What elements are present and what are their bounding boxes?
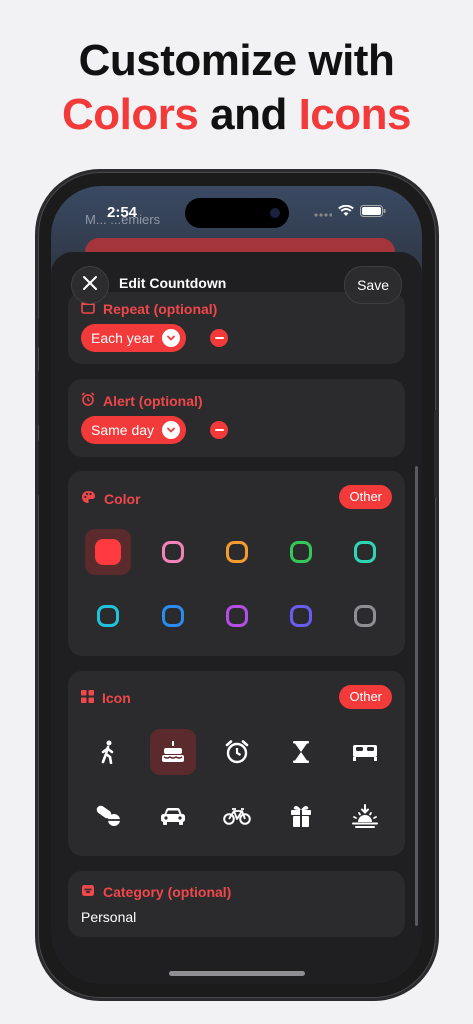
alert-value: Same day bbox=[91, 422, 155, 438]
status-time: 2:54 bbox=[107, 204, 138, 221]
color-swatch-chip bbox=[290, 541, 312, 563]
color-label: Color bbox=[104, 490, 141, 507]
color-swatch-chip bbox=[226, 605, 248, 627]
pills-icon bbox=[95, 805, 121, 827]
icon-other-button[interactable]: Other bbox=[339, 685, 392, 709]
headline-word-and: and bbox=[210, 90, 287, 139]
headline-word-colors: Colors bbox=[62, 90, 199, 139]
repeat-dropdown[interactable]: Each year bbox=[81, 324, 187, 352]
category-card[interactable]: Category (optional) Personal bbox=[68, 871, 405, 937]
color-swatch-chip bbox=[354, 605, 376, 627]
color-swatch[interactable] bbox=[150, 529, 196, 575]
page-title: Edit Countdown bbox=[119, 275, 227, 291]
category-header: Category (optional) bbox=[81, 884, 231, 900]
phone-volume-down-button bbox=[35, 440, 39, 496]
alert-header: Alert (optional) bbox=[81, 392, 203, 409]
save-button[interactable]: Save bbox=[344, 266, 402, 304]
hourglass-icon bbox=[292, 740, 310, 764]
chevron-down-icon bbox=[162, 329, 181, 347]
alarm-icon bbox=[81, 392, 95, 409]
color-header: Color bbox=[81, 490, 141, 507]
home-indicator bbox=[169, 971, 305, 976]
grid-icon bbox=[81, 690, 94, 706]
headline-line-1: Customize with bbox=[78, 36, 395, 85]
alert-label: Alert (optional) bbox=[103, 392, 203, 409]
icon-card: Icon Other bbox=[68, 671, 405, 856]
color-swatch-chip bbox=[354, 541, 376, 563]
sunset-icon bbox=[352, 804, 378, 828]
category-label: Category (optional) bbox=[103, 884, 232, 900]
icon-header: Icon bbox=[81, 690, 131, 706]
icon-choice[interactable] bbox=[214, 793, 260, 839]
chevron-down-icon bbox=[162, 421, 181, 439]
icon-choice[interactable] bbox=[214, 729, 260, 775]
color-swatch-chip bbox=[290, 605, 312, 627]
color-swatch[interactable] bbox=[278, 529, 324, 575]
color-swatch[interactable] bbox=[214, 529, 260, 575]
gift-icon bbox=[289, 804, 313, 828]
close-button[interactable] bbox=[71, 266, 109, 304]
color-swatch[interactable] bbox=[342, 529, 388, 575]
phone-volume-up-button bbox=[35, 370, 39, 426]
icon-choice[interactable] bbox=[150, 793, 196, 839]
scrollbar[interactable] bbox=[415, 466, 418, 926]
car-icon bbox=[160, 806, 186, 826]
wifi-icon bbox=[338, 204, 354, 222]
icon-choice[interactable] bbox=[278, 729, 324, 775]
repeat-label: Repeat (optional) bbox=[103, 300, 218, 317]
front-camera bbox=[270, 208, 280, 218]
color-swatch[interactable] bbox=[214, 593, 260, 639]
battery-icon bbox=[360, 204, 386, 222]
close-icon bbox=[82, 275, 98, 296]
color-swatch[interactable] bbox=[85, 593, 131, 639]
icon-choice[interactable] bbox=[85, 793, 131, 839]
walking-figure-icon bbox=[98, 740, 118, 764]
icon-choice[interactable] bbox=[342, 729, 388, 775]
phone-screen: M... ...emiers 2:54 Repeat (optional) Ea… bbox=[51, 186, 422, 984]
tray-icon bbox=[81, 884, 95, 900]
repeat-header: Repeat (optional) bbox=[81, 300, 217, 317]
headline-word-icons: Icons bbox=[298, 90, 412, 139]
birthday-cake-icon bbox=[160, 740, 186, 764]
remove-alert-button[interactable] bbox=[210, 421, 228, 439]
icon-choice[interactable] bbox=[150, 729, 196, 775]
bicycle-icon bbox=[223, 807, 251, 825]
color-swatch-chip bbox=[162, 541, 184, 563]
repeat-card: Repeat (optional) Each year bbox=[68, 292, 405, 364]
color-swatch-chip bbox=[226, 541, 248, 563]
color-swatch-chip bbox=[97, 605, 119, 627]
status-icons bbox=[314, 204, 386, 222]
category-value: Personal bbox=[81, 909, 137, 925]
bed-icon bbox=[352, 742, 378, 762]
alert-card: Alert (optional) Same day bbox=[68, 379, 405, 457]
remove-repeat-button[interactable] bbox=[210, 329, 228, 347]
color-swatch[interactable] bbox=[85, 529, 131, 575]
phone-action-button bbox=[35, 318, 39, 348]
alarm-clock-icon bbox=[225, 740, 249, 764]
palette-icon bbox=[81, 490, 96, 507]
icon-choice[interactable] bbox=[278, 793, 324, 839]
cellular-icon bbox=[314, 204, 333, 222]
phone-power-button bbox=[434, 410, 438, 498]
repeat-value: Each year bbox=[91, 330, 155, 346]
color-card: Color Other bbox=[68, 471, 405, 656]
marketing-headline: Customize with Colors and Icons bbox=[0, 34, 473, 142]
alert-dropdown[interactable]: Same day bbox=[81, 416, 187, 444]
color-swatch-chip bbox=[162, 605, 184, 627]
color-swatch[interactable] bbox=[150, 593, 196, 639]
icon-label: Icon bbox=[102, 690, 131, 706]
headline-line-2: Colors and Icons bbox=[0, 88, 473, 142]
icon-choice[interactable] bbox=[342, 793, 388, 839]
icon-choice[interactable] bbox=[85, 729, 131, 775]
color-swatch[interactable] bbox=[278, 593, 324, 639]
color-swatch[interactable] bbox=[342, 593, 388, 639]
color-swatch-chip bbox=[95, 539, 121, 565]
color-other-button[interactable]: Other bbox=[339, 485, 392, 509]
